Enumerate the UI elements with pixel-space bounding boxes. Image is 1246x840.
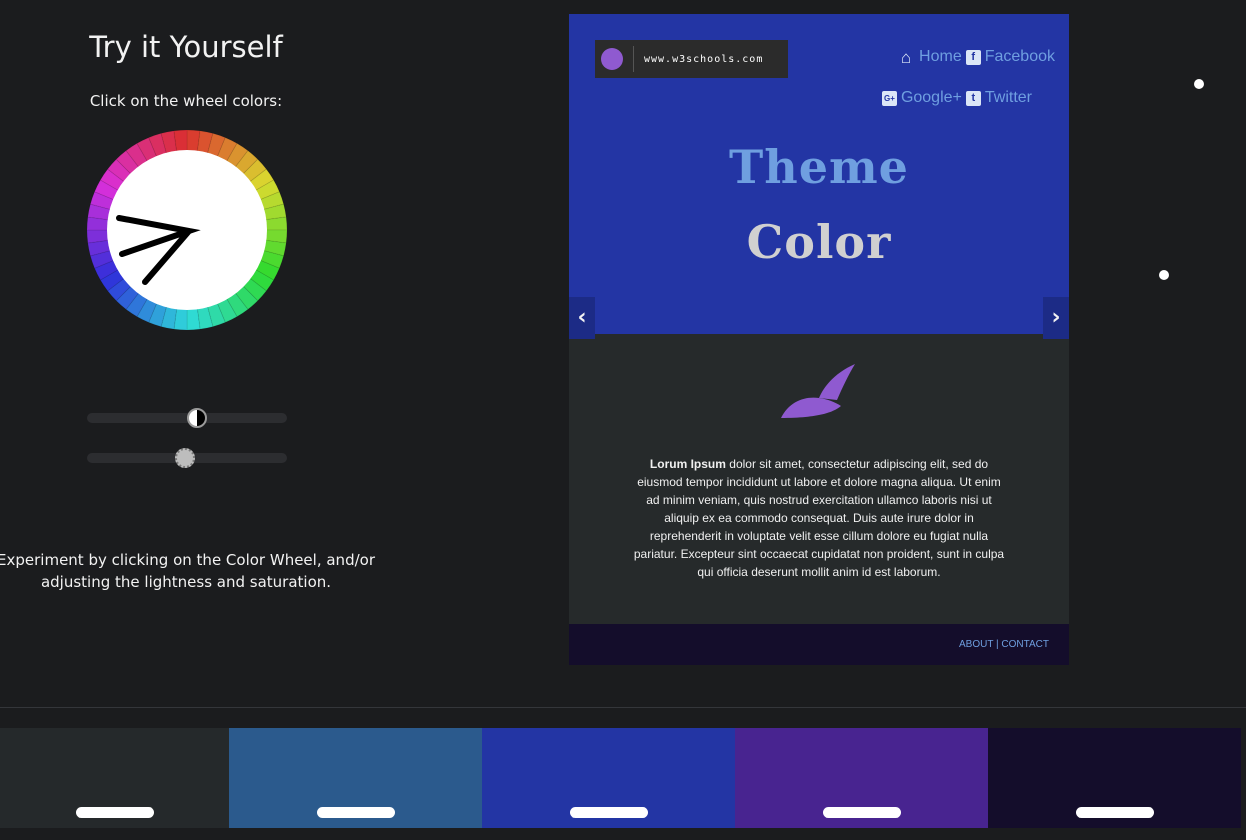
scribble-dot bbox=[1159, 270, 1169, 280]
color-wheel-graphic[interactable] bbox=[87, 130, 287, 330]
redaction-scribble bbox=[569, 807, 648, 818]
theme-heading-line1: Theme bbox=[729, 140, 909, 194]
redaction-scribble bbox=[316, 807, 395, 818]
color-swatch[interactable]: #30AA5 bbox=[229, 728, 482, 828]
twitter-icon: t bbox=[965, 90, 981, 106]
color-swatch[interactable]: #2B5557 bbox=[0, 728, 229, 828]
page-title: Try it Yourself bbox=[89, 30, 283, 64]
saturation-slider-knob[interactable] bbox=[175, 448, 195, 468]
scribble-dot bbox=[1194, 79, 1204, 89]
color-swatch[interactable]: #334FD4 bbox=[482, 728, 735, 828]
nav-googleplus-label: Google+ bbox=[900, 89, 962, 106]
wheel-segment[interactable] bbox=[87, 229, 111, 244]
hero-section: www.w3schools.com ⌂ Home f Facebook G+ G… bbox=[569, 14, 1069, 334]
lightness-slider-knob[interactable] bbox=[187, 408, 207, 428]
color-swatch[interactable]: #3F2FB2 bbox=[735, 728, 988, 828]
nav-row-bottom: G+ Google+ t Twitter bbox=[881, 89, 1032, 107]
redaction-scribble bbox=[822, 807, 901, 818]
wheel-segment[interactable] bbox=[186, 306, 201, 330]
lorem-text: dolor sit amet, consectetur adipiscing e… bbox=[633, 457, 1005, 579]
nav-row-top: ⌂ Home f Facebook bbox=[897, 48, 1055, 66]
preview-footer: ABOUT | CONTACT bbox=[569, 624, 1069, 665]
redaction-scribble bbox=[1075, 807, 1154, 818]
color-swatch[interactable]: #1A0F2E bbox=[988, 728, 1241, 828]
saturation-slider[interactable] bbox=[87, 448, 287, 468]
wheel-segment[interactable] bbox=[263, 216, 287, 231]
nav-twitter-label: Twitter bbox=[984, 89, 1032, 106]
logo-text: www.w3schools.com bbox=[644, 53, 764, 65]
color-wheel[interactable] bbox=[87, 130, 287, 330]
nav-facebook-label: Facebook bbox=[984, 48, 1055, 65]
lorem-bold: Lorum Ipsum bbox=[649, 457, 726, 471]
lightness-slider[interactable] bbox=[87, 408, 287, 428]
facebook-icon: f bbox=[965, 49, 981, 65]
section-divider bbox=[0, 707, 1246, 708]
home-icon: ⌂ bbox=[900, 47, 912, 67]
carousel-prev-button[interactable]: ‹ bbox=[569, 297, 595, 339]
theme-preview: www.w3schools.com ⌂ Home f Facebook G+ G… bbox=[569, 14, 1069, 665]
globe-icon bbox=[601, 48, 623, 70]
nav-facebook-link[interactable]: f Facebook bbox=[965, 48, 1055, 66]
redaction-scribble bbox=[75, 807, 154, 818]
nav-twitter-link[interactable]: t Twitter bbox=[965, 89, 1032, 107]
nav-googleplus-link[interactable]: G+ Google+ bbox=[881, 89, 962, 107]
site-logo[interactable]: www.w3schools.com bbox=[595, 40, 788, 78]
feather-hat-icon bbox=[781, 364, 855, 418]
footer-links[interactable]: ABOUT | CONTACT bbox=[959, 639, 1049, 650]
google-plus-icon: G+ bbox=[881, 90, 897, 106]
lorem-paragraph: Lorum Ipsum dolor sit amet, consectetur … bbox=[629, 455, 1009, 581]
nav-home-label: Home bbox=[919, 48, 962, 65]
wheel-segment[interactable] bbox=[173, 130, 188, 154]
nav-home-link[interactable]: ⌂ Home bbox=[897, 48, 962, 66]
theme-heading: Theme Color bbox=[569, 130, 1069, 280]
logo-divider bbox=[633, 46, 634, 72]
experiment-instructions: Experiment by clicking on the Color Whee… bbox=[0, 551, 375, 591]
theme-heading-line2: Color bbox=[746, 215, 892, 269]
carousel-next-button[interactable]: › bbox=[1043, 297, 1069, 339]
wheel-instruction: Click on the wheel colors: bbox=[89, 92, 283, 110]
